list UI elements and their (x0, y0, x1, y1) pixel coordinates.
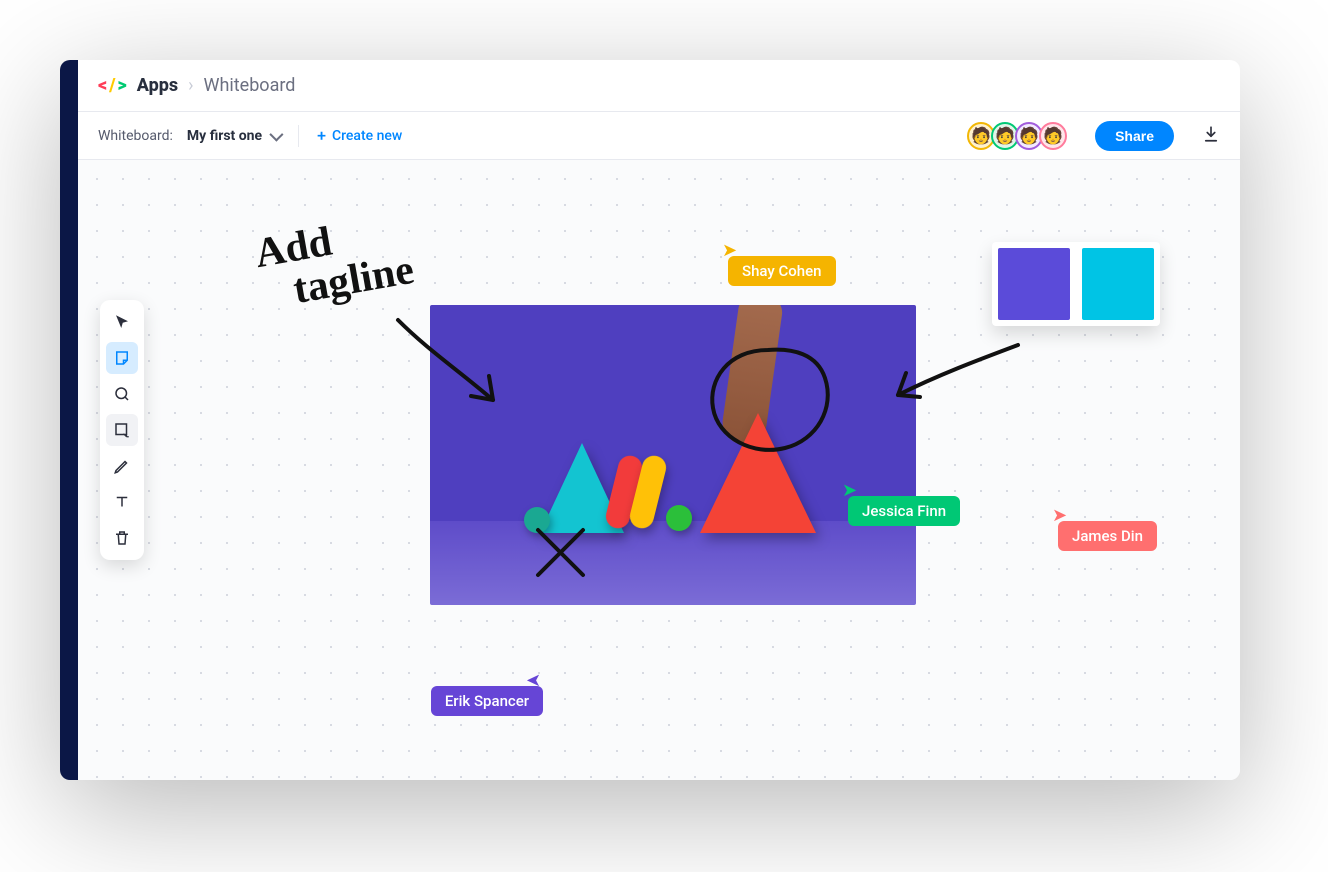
select-tool[interactable] (106, 306, 138, 338)
cursor-shay: ➤ Shay Cohen (728, 240, 836, 286)
app-frame: < / > Apps › Whiteboard Whiteboard: My f… (60, 60, 1240, 780)
cursor-label: Shay Cohen (728, 256, 836, 286)
board-selector[interactable]: My first one (187, 128, 280, 144)
image-teal-sphere (524, 507, 550, 533)
whiteboard-canvas[interactable]: Add tagline (78, 160, 1240, 780)
chevron-right-icon: › (188, 75, 193, 96)
swatch-purple[interactable] (998, 248, 1070, 320)
subbar: Whiteboard: My first one + Create new 🧑 … (78, 112, 1240, 160)
chevron-down-icon (269, 127, 283, 141)
avatar[interactable]: 🧑 (1039, 122, 1067, 150)
canvas-image[interactable] (430, 305, 916, 605)
lasso-tool[interactable] (106, 378, 138, 410)
image-green-sphere (666, 505, 692, 531)
left-accent-bar (60, 60, 78, 780)
cursor-jessica: ➤ Jessica Finn (848, 480, 960, 526)
cursor-icon: ➤ (526, 672, 541, 690)
text-tool[interactable] (106, 486, 138, 518)
image-red-triangle (700, 413, 816, 533)
tool-tray (100, 300, 144, 560)
share-button[interactable]: Share (1095, 121, 1174, 151)
breadcrumb: Apps › Whiteboard (137, 75, 296, 96)
header: < / > Apps › Whiteboard (78, 60, 1240, 112)
create-new-button[interactable]: + Create new (317, 128, 402, 144)
plus-icon: + (317, 128, 326, 144)
pen-tool[interactable] (106, 450, 138, 482)
main-column: < / > Apps › Whiteboard Whiteboard: My f… (78, 60, 1240, 780)
board-selector-value: My first one (187, 128, 262, 144)
breadcrumb-apps[interactable]: Apps (137, 75, 178, 96)
frame-tool[interactable] (106, 414, 138, 446)
download-icon[interactable] (1202, 125, 1220, 147)
cursor-erik: ➤ Erik Spancer (418, 670, 543, 716)
divider (298, 125, 299, 147)
color-swatches[interactable] (992, 242, 1160, 326)
breadcrumb-page: Whiteboard (204, 75, 296, 96)
delete-tool[interactable] (106, 522, 138, 554)
app-logo: < / > (98, 75, 127, 96)
sticky-note-tool[interactable] (106, 342, 138, 374)
cursor-icon: ➤ (842, 482, 857, 500)
create-new-label: Create new (332, 128, 402, 144)
whiteboard-label: Whiteboard: (98, 128, 173, 144)
cursor-label: James Din (1058, 521, 1157, 551)
swatch-cyan[interactable] (1082, 248, 1154, 320)
cursor-icon: ➤ (1052, 507, 1067, 525)
handwriting-annotation: Add tagline (252, 207, 417, 316)
cursor-icon: ➤ (722, 242, 737, 260)
cursor-james: ➤ James Din (1058, 505, 1157, 551)
presence-avatars[interactable]: 🧑 🧑 🧑 🧑 (971, 122, 1067, 150)
cursor-label: Jessica Finn (848, 496, 960, 526)
